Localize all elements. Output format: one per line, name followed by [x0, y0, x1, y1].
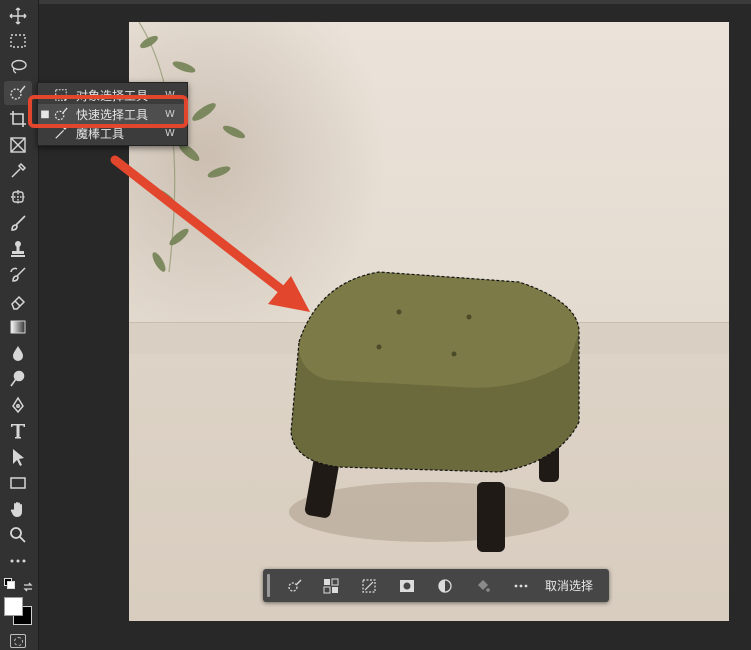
type-icon[interactable]: [4, 419, 32, 443]
selected-marker: ■: [40, 108, 50, 120]
move-icon[interactable]: [4, 4, 32, 28]
rectangle-icon[interactable]: [4, 471, 32, 495]
flyout-item-object-selection[interactable]: 对象选择工具 W: [38, 85, 187, 105]
brush-icon[interactable]: [4, 211, 32, 235]
hand-icon[interactable]: [4, 497, 32, 521]
object-selection-icon: [52, 87, 70, 103]
flyout-item-shortcut: W: [165, 108, 175, 120]
swap-colors-icon[interactable]: [22, 578, 34, 592]
tools-panel: [0, 0, 39, 650]
healing-icon[interactable]: [4, 185, 32, 209]
marquee-icon[interactable]: [4, 29, 32, 53]
stamp-icon[interactable]: [4, 237, 32, 261]
gradient-icon[interactable]: [4, 315, 32, 339]
flyout-item-label: 对象选择工具: [76, 88, 149, 103]
ottoman-object: [289, 271, 580, 552]
mask-icon[interactable]: [394, 573, 420, 598]
dodge-icon[interactable]: [4, 367, 32, 391]
eyedropper-icon[interactable]: [4, 159, 32, 183]
quick-selection-icon: [52, 106, 70, 122]
zoom-icon[interactable]: [4, 523, 32, 547]
select-subject-button[interactable]: [282, 573, 308, 598]
lasso-icon[interactable]: [4, 55, 32, 79]
flyout-item-label: 魔棒工具: [76, 126, 125, 141]
quick-mask-icon[interactable]: [10, 634, 26, 648]
flyout-item-label: 快速选择工具: [76, 107, 149, 122]
history-brush-icon[interactable]: [4, 263, 32, 287]
quick-selection-icon[interactable]: [4, 81, 32, 105]
default-colors-icon[interactable]: [4, 578, 15, 589]
fill-icon[interactable]: [470, 573, 496, 598]
frame-icon[interactable]: [4, 133, 32, 157]
deselect-button[interactable]: 取消选择: [545, 577, 593, 594]
more-options-icon[interactable]: [508, 573, 534, 598]
magic-wand-icon: [52, 125, 70, 141]
eraser-icon[interactable]: [4, 289, 32, 313]
flyout-item-shortcut: W: [165, 127, 175, 139]
flyout-item-shortcut: W: [165, 89, 175, 101]
contextual-task-bar: 取消选择: [263, 569, 609, 602]
adjustment-layer-icon[interactable]: [432, 573, 458, 598]
selection-tools-flyout: 对象选择工具 W ■ 快速选择工具 W 魔棒工具 W: [37, 82, 188, 146]
crop-icon[interactable]: [4, 107, 32, 131]
select-and-mask-icon[interactable]: [318, 573, 344, 598]
more-tools-icon[interactable]: [4, 549, 32, 573]
pen-icon[interactable]: [4, 393, 32, 417]
path-selection-icon[interactable]: [4, 445, 32, 469]
annotation-arrow: [110, 155, 310, 312]
flyout-item-quick-selection[interactable]: ■ 快速选择工具 W: [38, 104, 187, 124]
foreground-color-swatch[interactable]: [4, 597, 23, 616]
invert-selection-icon[interactable]: [356, 573, 382, 598]
drag-handle[interactable]: [267, 574, 270, 597]
blur-icon[interactable]: [4, 341, 32, 365]
flyout-item-magic-wand[interactable]: 魔棒工具 W: [38, 123, 187, 143]
